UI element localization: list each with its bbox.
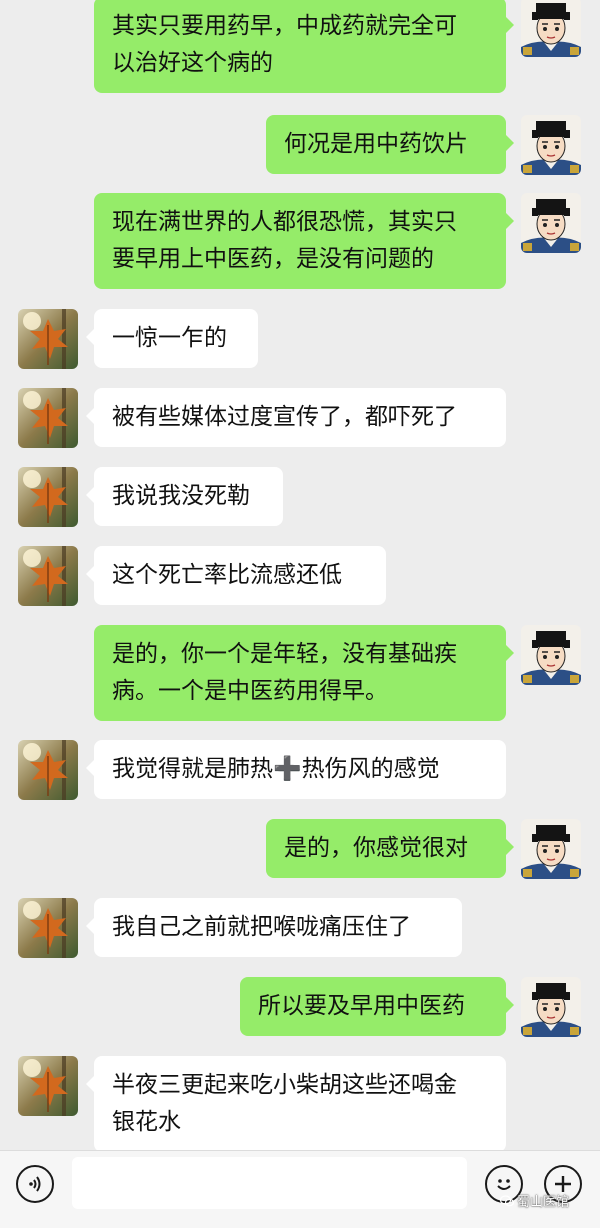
message-bubble[interactable]: 这个死亡率比流感还低 <box>86 546 386 605</box>
message-bubble[interactable]: 所以要及早用中医药 <box>240 977 514 1036</box>
message-bubble[interactable]: 其实只要用药早，中成药就完全可 以治好这个病的 <box>94 0 514 93</box>
message-bubble[interactable]: 是的，你感觉很对 <box>266 819 514 878</box>
watermark-text: 蜀山医馆 <box>517 1195 570 1210</box>
input-bar: 蜀山医馆 <box>0 1150 600 1228</box>
message-line: 所以要及早用中医药 <box>258 993 465 1019</box>
avatar[interactable] <box>18 740 78 800</box>
avatar[interactable] <box>521 0 581 57</box>
avatar[interactable] <box>521 625 581 685</box>
message-text: 热伤风的感觉 <box>301 756 440 782</box>
message-bubble[interactable]: 是的，你一个是年轻，没有基础疾 病。一个是中医药用得早。 <box>94 625 514 721</box>
wechat-logo-icon <box>500 1194 514 1206</box>
avatar[interactable] <box>18 898 78 958</box>
message-line: 以治好这个病的 <box>112 50 273 76</box>
avatar[interactable] <box>18 388 78 448</box>
doctor-avatar-icon <box>521 977 581 1037</box>
maple-leaf-avatar-icon <box>18 740 78 800</box>
message-line: 要早用上中医药，是没有问题的 <box>112 246 434 272</box>
avatar[interactable] <box>18 467 78 527</box>
watermark: 蜀山医馆 <box>500 1191 569 1210</box>
message-bubble[interactable]: 我说我没死勒 <box>86 467 283 526</box>
avatar[interactable] <box>521 977 581 1037</box>
message-bubble[interactable]: 何况是用中药饮片 <box>266 115 514 174</box>
maple-leaf-avatar-icon <box>18 898 78 958</box>
message-line: 我自己之前就把喉咙痛压住了 <box>112 914 411 940</box>
heavy-plus-icon: ➕ <box>273 756 302 782</box>
message-line: 银花水 <box>112 1109 181 1135</box>
message-line: 这个死亡率比流感还低 <box>112 562 342 588</box>
message-line: 我觉得就是肺热➕热伤风的感觉 <box>112 751 488 788</box>
chat-area[interactable]: 其实只要用药早，中成药就完全可 以治好这个病的 何况是用中药饮片 现在满世界的人… <box>0 0 600 1150</box>
message-line: 被有些媒体过度宣传了，都吓死了 <box>112 404 457 430</box>
message-bubble[interactable]: 我自己之前就把喉咙痛压住了 <box>86 898 462 957</box>
message-text: 我觉得就是肺热 <box>112 756 273 782</box>
maple-leaf-avatar-icon <box>18 388 78 448</box>
avatar[interactable] <box>521 115 581 175</box>
doctor-avatar-icon <box>521 0 581 57</box>
message-bubble[interactable]: 现在满世界的人都很恐慌，其实只 要早用上中医药，是没有问题的 <box>94 193 514 289</box>
maple-leaf-avatar-icon <box>18 309 78 369</box>
voice-button[interactable] <box>16 1165 54 1203</box>
doctor-avatar-icon <box>521 819 581 879</box>
message-line: 现在满世界的人都很恐慌，其实只 <box>112 209 457 235</box>
message-line: 是的，你一个是年轻，没有基础疾 <box>112 641 457 667</box>
message-input[interactable] <box>72 1157 467 1209</box>
message-bubble[interactable]: 半夜三更起来吃小柴胡这些还喝金 银花水 <box>86 1056 506 1150</box>
avatar[interactable] <box>18 546 78 606</box>
avatar[interactable] <box>18 309 78 369</box>
message-line: 其实只要用药早，中成药就完全可 <box>112 13 457 39</box>
doctor-avatar-icon <box>521 625 581 685</box>
maple-leaf-avatar-icon <box>18 546 78 606</box>
message-line: 是的，你感觉很对 <box>284 835 468 861</box>
message-bubble[interactable]: 我觉得就是肺热➕热伤风的感觉 <box>86 740 506 799</box>
message-line: 半夜三更起来吃小柴胡这些还喝金 <box>112 1072 457 1098</box>
maple-leaf-avatar-icon <box>18 467 78 527</box>
avatar[interactable] <box>521 193 581 253</box>
message-line: 一惊一乍的 <box>112 325 227 351</box>
avatar[interactable] <box>521 819 581 879</box>
message-line: 何况是用中药饮片 <box>284 131 468 157</box>
voice-icon <box>29 1176 41 1192</box>
message-bubble[interactable]: 被有些媒体过度宣传了，都吓死了 <box>86 388 506 447</box>
message-bubble[interactable]: 一惊一乍的 <box>86 309 258 368</box>
message-line: 病。一个是中医药用得早。 <box>112 678 388 704</box>
message-line: 我说我没死勒 <box>112 483 250 509</box>
maple-leaf-avatar-icon <box>18 1056 78 1116</box>
doctor-avatar-icon <box>521 193 581 253</box>
avatar[interactable] <box>18 1056 78 1116</box>
doctor-avatar-icon <box>521 115 581 175</box>
